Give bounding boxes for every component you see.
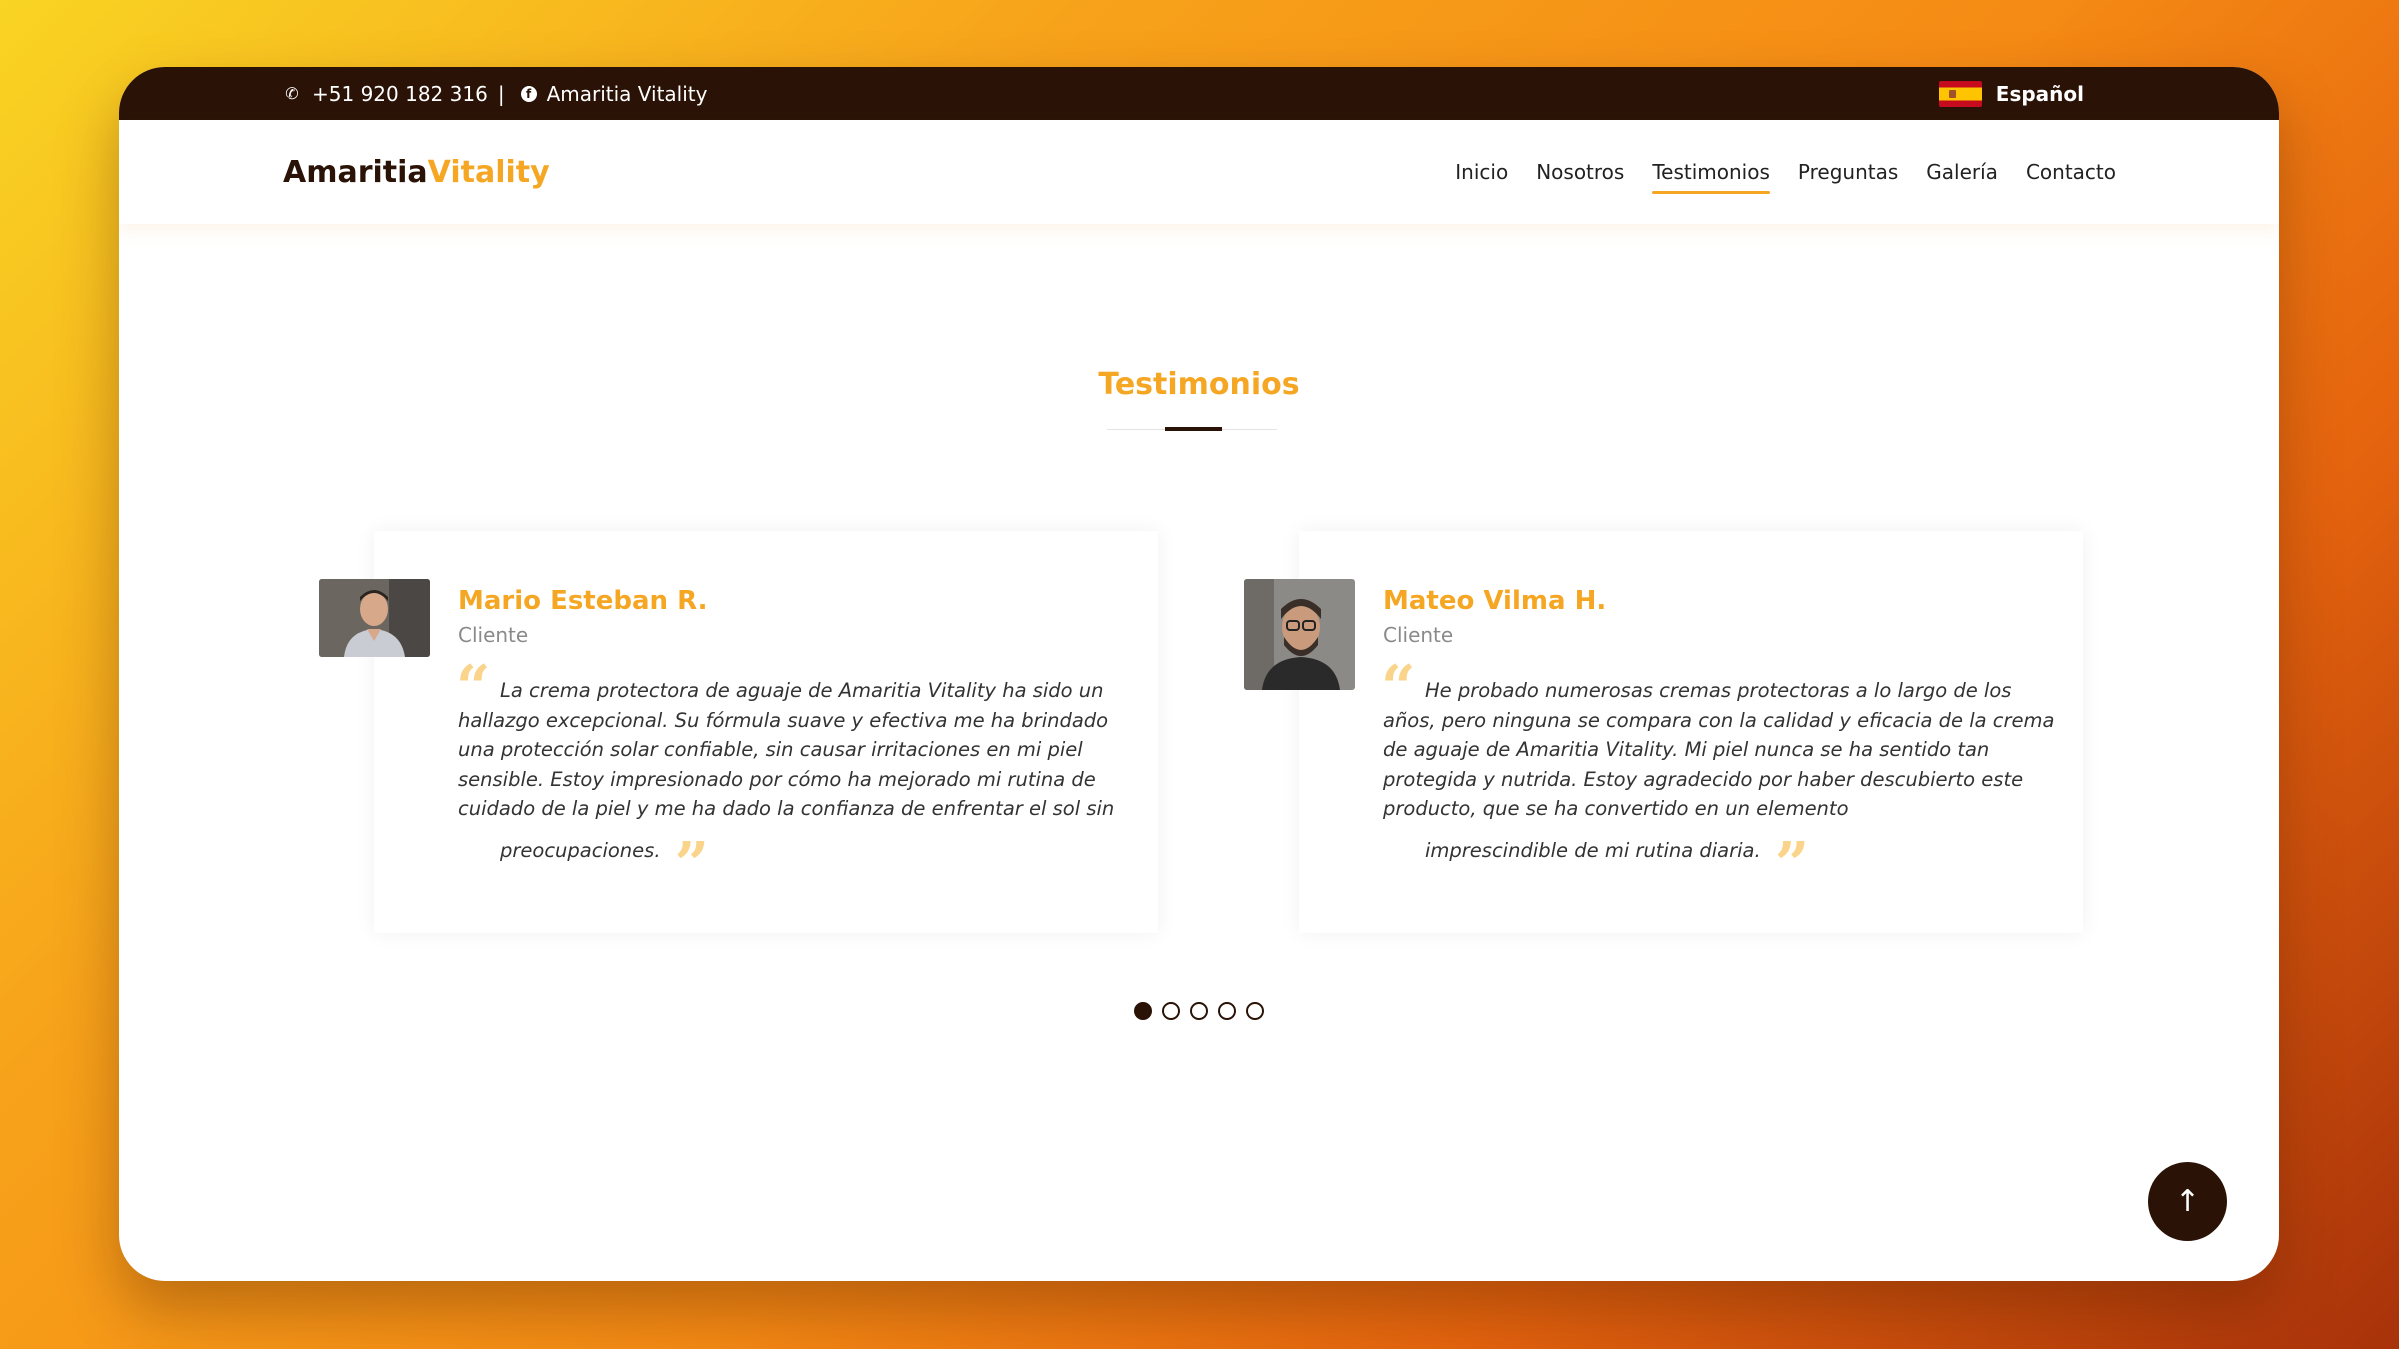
avatar [1244,579,1355,690]
separator: | [497,81,505,106]
language-selector[interactable]: Español [1938,67,2084,120]
testimonial-role: Cliente [1383,623,1454,647]
logo-text-accent: Vitality [427,154,550,190]
testimonial-name: Mario Esteban R. [458,586,708,616]
testimonial-text: He probado numerosas cremas protectoras … [1383,679,2055,900]
testimonial-text: La crema protectora de aguaje de Amariti… [458,679,1115,900]
testimonial-card: Mario Esteban R. Cliente “ La crema prot… [319,531,1158,933]
nav-item-inicio[interactable]: Inicio [1455,154,1508,190]
testimonial-card: Mateo Vilma H. Cliente “ He probado nume… [1244,531,2083,933]
testimonial-end: preocupaciones. [500,838,661,862]
logo-text-primary: Amaritia [283,154,428,190]
testimonial-name: Mateo Vilma H. [1383,586,1607,616]
title-divider-accent [1165,427,1222,431]
testimonial-body: La crema protectora de aguaje de Amariti… [458,679,1115,820]
language-label: Español [1995,81,2084,106]
phone-icon: ✆ [285,84,299,103]
arrow-up-icon: ↑ [2174,1184,2201,1219]
nav-item-contacto[interactable]: Contacto [2026,154,2116,190]
avatar [319,579,430,657]
carousel-dot-3[interactable] [1190,1002,1208,1020]
carousel-dot-4[interactable] [1218,1002,1236,1020]
carousel-dot-1[interactable] [1134,1002,1152,1020]
carousel-dot-5[interactable] [1246,1002,1264,1020]
facebook-icon[interactable]: f [520,85,537,102]
back-to-top-button[interactable]: ↑ [2148,1162,2227,1241]
social-link[interactable]: Amaritia Vitality [547,82,708,106]
main-nav: Inicio Nosotros Testimonios Preguntas Ga… [1455,120,2116,224]
testimonial-end: imprescindible de mi rutina diaria. [1425,838,1761,862]
site-logo[interactable]: Amaritia Vitality [283,120,550,224]
section-title: Testimonios [1098,367,1300,402]
nav-item-galeria[interactable]: Galería [1926,154,1998,190]
top-bar: ✆ +51 920 182 316 | f Amaritia Vitality … [119,67,2279,120]
spain-flag-icon [1938,80,1982,107]
carousel-dot-2[interactable] [1162,1002,1180,1020]
nav-item-preguntas[interactable]: Preguntas [1798,154,1898,190]
nav-item-nosotros[interactable]: Nosotros [1536,154,1624,190]
testimonial-body: He probado numerosas cremas protectoras … [1383,679,2055,820]
nav-item-testimonios[interactable]: Testimonios [1652,154,1770,194]
carousel-pagination [119,1002,2279,1020]
browser-window: ✆ +51 920 182 316 | f Amaritia Vitality … [119,67,2279,1281]
testimonial-role: Cliente [458,623,529,647]
phone-number[interactable]: +51 920 182 316 [312,82,488,106]
site-header: Amaritia Vitality Inicio Nosotros Testimo… [119,120,2279,224]
contact-info: ✆ +51 920 182 316 | f Amaritia Vitality [282,67,707,120]
